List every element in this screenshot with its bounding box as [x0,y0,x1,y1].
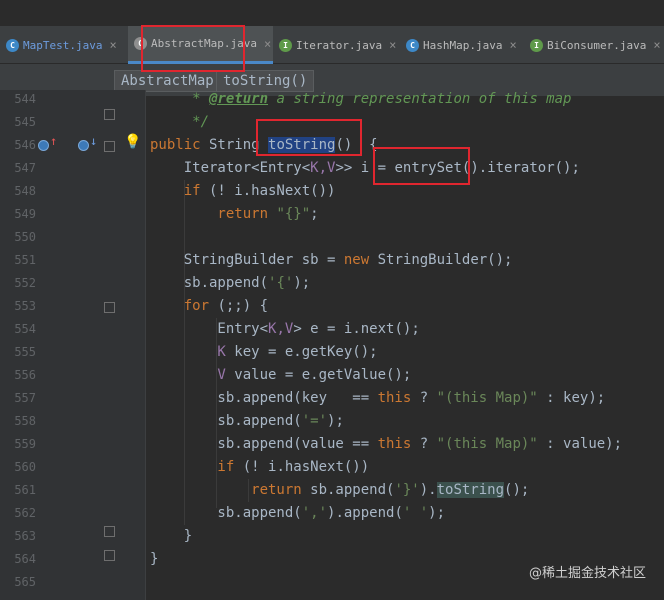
code-line-545: */ [150,114,210,130]
line-number: 559 [14,437,36,451]
line-number: 557 [14,391,36,405]
class-icon: C [6,38,19,52]
code-line-552: sb.append('{'); [150,275,311,291]
code-line-549: return "{}"; [150,206,319,222]
line-number: 564 [14,552,36,566]
gutter-separator [145,90,146,600]
code-line-561: return sb.append('}').toString(); [150,482,530,498]
code-line-562: sb.append(',').append(' '); [150,505,446,521]
tab-hashmap[interactable]: C HashMap.java × [400,26,524,64]
code-line-560: if (! i.hasNext()) [150,459,370,475]
fold-marker-icon[interactable] [104,141,115,152]
tab-biconsumer[interactable]: I BiConsumer.java × [524,26,664,64]
line-number: 545 [14,115,36,129]
arrow-up-icon[interactable]: ↑ [50,134,57,148]
override-marker-icon[interactable] [38,140,49,151]
code-line-546: public String toString() { [150,137,378,153]
fold-marker-icon[interactable] [104,109,115,120]
close-icon[interactable]: × [389,38,396,52]
tab-label: BiConsumer.java [547,38,647,52]
line-number: 553 [14,299,36,313]
watermark: @稀土掘金技术社区 [528,566,646,581]
code-line-548: if (! i.hasNext()) [150,183,336,199]
close-icon[interactable]: × [509,38,516,52]
code-line-547: Iterator<Entry<K,V>> i = entrySet().iter… [150,160,580,176]
fold-marker-icon[interactable] [104,550,115,561]
line-number: 549 [14,207,36,221]
code-line-556: V value = e.getValue(); [150,367,412,383]
line-number: 565 [14,575,36,589]
close-icon[interactable]: × [653,38,660,52]
line-number: 552 [14,276,36,290]
line-number: 554 [14,322,36,336]
close-icon[interactable]: × [109,38,116,52]
line-number: 556 [14,368,36,382]
line-number: 546 [14,138,36,152]
line-number: 558 [14,414,36,428]
code-line-553: for (;;) { [150,298,269,314]
interface-icon: I [530,38,543,52]
abstract-class-icon: C [134,37,147,50]
fold-marker-icon[interactable] [104,302,115,313]
tab-label: AbstractMap.java [151,37,257,50]
code-line-564: } [150,551,159,567]
tab-label: HashMap.java [423,38,503,52]
code-line-544: * @return a string representation of thi… [150,91,572,107]
tab-label: Iterator.java [296,38,383,52]
arrow-down-icon[interactable]: ↓ [90,134,97,148]
editor-tab-bar: C MapTest.java × C AbstractMap.java × I … [0,26,664,64]
line-number: 561 [14,483,36,497]
fold-marker-icon[interactable] [104,526,115,537]
code-line-551: StringBuilder sb = new StringBuilder(); [150,252,513,268]
line-number: 563 [14,529,36,543]
line-number: 548 [14,184,36,198]
tab-abstractmap[interactable]: C AbstractMap.java × [128,26,273,64]
editor-gutter: 544 545 546 547 548 549 550 551 552 553 … [0,90,145,600]
close-icon[interactable]: × [264,37,271,51]
code-line-557: sb.append(key == this ? "(this Map)" : k… [150,390,606,406]
code-line-555: K key = e.getKey(); [150,344,378,360]
implemented-marker-icon[interactable] [78,140,89,151]
line-number: 550 [14,230,36,244]
code-line-563: } [150,528,193,544]
tab-label: MapTest.java [23,38,103,52]
line-number: 544 [14,92,36,106]
class-icon: C [406,38,419,52]
code-line-558: sb.append('='); [150,413,344,429]
line-number: 547 [14,161,36,175]
line-number: 560 [14,460,36,474]
tab-iterator[interactable]: I Iterator.java × [273,26,400,64]
code-line-559: sb.append(value == this ? "(this Map)" :… [150,436,623,452]
line-number: 555 [14,345,36,359]
line-number: 562 [14,506,36,520]
tab-maptest[interactable]: C MapTest.java × [0,26,128,64]
lightbulb-icon[interactable]: 💡 [124,134,141,150]
interface-icon: I [279,38,292,52]
line-number: 551 [14,253,36,267]
code-editor[interactable]: * @return a string representation of thi… [150,90,664,600]
code-line-554: Entry<K,V> e = i.next(); [150,321,420,337]
